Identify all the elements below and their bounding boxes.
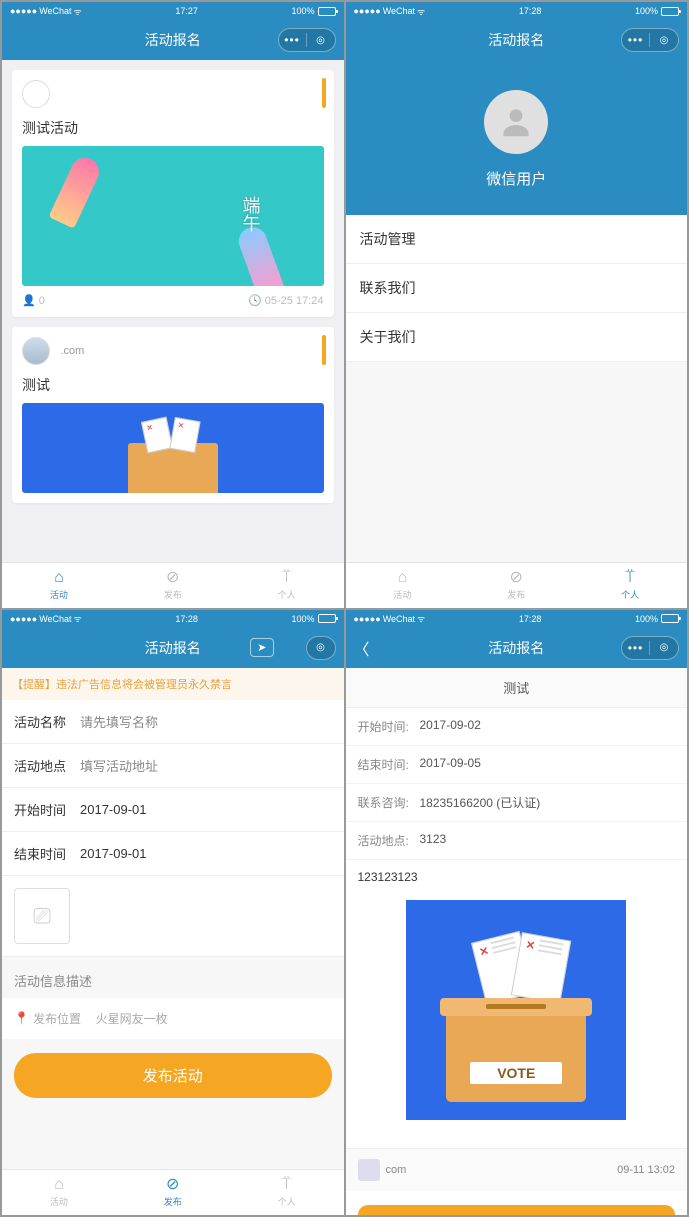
menu-contact-us[interactable]: 联系我们 <box>346 264 688 313</box>
detail-image: VOTE <box>346 894 688 1132</box>
avatar <box>358 1159 380 1181</box>
tab-publish[interactable]: ⊘发布 <box>116 563 230 608</box>
location-row[interactable]: 📍 发布位置 火星网友一枚 <box>2 998 344 1039</box>
status-bar: ●●●●● WeChatᯤ 17:28 100% <box>2 610 344 628</box>
tab-personal[interactable]: ⍡个人 <box>573 563 687 608</box>
tab-activity[interactable]: ⌂活动 <box>2 1170 116 1215</box>
activity-card[interactable]: .com 测试 <box>12 327 334 503</box>
name-input[interactable]: 请先填写名称 <box>80 712 332 731</box>
header: 活动报名 ➤ ◎ <box>2 628 344 668</box>
card-title: 测试 <box>22 375 324 395</box>
detail-body: 123123123 <box>346 860 688 894</box>
header: 活动报名 •••◎ <box>2 20 344 60</box>
people-count: 👤 0 <box>22 294 45 307</box>
card-title: 测试活动 <box>22 118 324 138</box>
home-icon: ⌂ <box>398 570 408 586</box>
highlight-stripe <box>322 335 326 365</box>
highlight-stripe <box>322 78 326 108</box>
publish-button[interactable]: 发布活动 <box>14 1053 332 1098</box>
home-icon: ⌂ <box>54 1177 64 1193</box>
close-icon: ◎ <box>307 642 335 653</box>
compass-icon: ⊘ <box>510 570 523 586</box>
cover-image <box>22 403 324 493</box>
capsule-button[interactable]: •••◎ <box>278 28 336 52</box>
address-input[interactable]: 填写活动地址 <box>80 756 332 775</box>
status-bar: ●●●●● WeChatᯤ 17:28 100% <box>346 2 688 20</box>
tab-publish[interactable]: ⊘发布 <box>459 563 573 608</box>
pin-icon: 📍 <box>14 1011 29 1025</box>
profile-header: 微信用户 <box>346 60 688 215</box>
avatar[interactable] <box>484 90 548 154</box>
warning-notice: 【提醒】违法广告信息将会被管理员永久禁言 <box>2 668 344 700</box>
field-end-time[interactable]: 结束时间 2017-09-01 <box>2 832 344 876</box>
activity-card[interactable]: 测试活动 端午 👤 0 🕓 05-25 17:24 <box>12 70 334 317</box>
person-icon: ⍡ <box>282 1177 292 1193</box>
timestamp: 🕓 05-25 17:24 <box>248 294 323 307</box>
field-start-time[interactable]: 开始时间 2017-09-01 <box>2 788 344 832</box>
info-address: 活动地点:3123 <box>346 822 688 860</box>
poster-row: com 09-11 13:02 <box>346 1148 688 1191</box>
action-button-peek[interactable] <box>358 1205 676 1215</box>
home-icon: ⌂ <box>54 570 64 586</box>
person-icon: ⍡ <box>625 570 635 586</box>
status-bar: ●●●●● WeChatᯤ 17:27 100% <box>2 2 344 20</box>
compass-icon: ⊘ <box>166 570 179 586</box>
field-address[interactable]: 活动地点 填写活动地址 <box>2 744 344 788</box>
camera-icon: ⎚ <box>33 903 51 929</box>
more-icon: ••• <box>622 33 650 47</box>
capsule-button[interactable]: •••◎ <box>621 28 679 52</box>
close-icon: ◎ <box>650 642 678 653</box>
header: 活动报名 •••◎ <box>346 20 688 60</box>
info-start: 开始时间:2017-09-02 <box>346 708 688 746</box>
cover-image: 端午 <box>22 146 324 286</box>
page-title: 活动报名 <box>488 638 544 658</box>
close-icon: ◎ <box>650 35 678 46</box>
tab-bar: ⌂活动 ⊘发布 ⍡个人 <box>2 562 344 608</box>
info-end: 结束时间:2017-09-05 <box>346 746 688 784</box>
more-icon: ••• <box>622 641 650 655</box>
description-label: 活动信息描述 <box>2 957 344 998</box>
tab-personal[interactable]: ⍡个人 <box>230 1170 344 1215</box>
page-title: 活动报名 <box>145 638 201 658</box>
tab-activity[interactable]: ⌂活动 <box>346 563 460 608</box>
page-title: 活动报名 <box>145 30 201 50</box>
detail-title: 测试 <box>346 668 688 708</box>
menu-activity-manage[interactable]: 活动管理 <box>346 215 688 264</box>
avatar <box>22 337 50 365</box>
capsule-button[interactable]: ◎ <box>306 636 336 660</box>
back-button[interactable]: 〈 <box>354 636 370 660</box>
username: 微信用户 <box>346 168 688 189</box>
tab-publish[interactable]: ⊘发布 <box>116 1170 230 1215</box>
header: 〈 活动报名 •••◎ <box>346 628 688 668</box>
more-icon: ••• <box>279 33 307 47</box>
send-icon[interactable]: ➤ <box>250 638 273 657</box>
page-title: 活动报名 <box>488 30 544 50</box>
poster-time: 09-11 13:02 <box>617 1164 675 1176</box>
status-bar: ●●●●● WeChatᯤ 17:28 100% <box>346 610 688 628</box>
tab-activity[interactable]: ⌂活动 <box>2 563 116 608</box>
menu-about-us[interactable]: 关于我们 <box>346 313 688 362</box>
tab-bar: ⌂活动 ⊘发布 ⍡个人 <box>2 1169 344 1215</box>
image-upload[interactable]: ⎚ <box>2 876 344 957</box>
compass-icon: ⊘ <box>166 1177 179 1193</box>
close-icon: ◎ <box>307 35 335 46</box>
poster-name: com <box>386 1164 407 1176</box>
tab-bar: ⌂活动 ⊘发布 ⍡个人 <box>346 562 688 608</box>
info-contact: 联系咨询:18235166200 (已认证) <box>346 784 688 822</box>
field-name[interactable]: 活动名称 请先填写名称 <box>2 700 344 744</box>
person-icon: ⍡ <box>282 570 292 586</box>
capsule-button[interactable]: •••◎ <box>621 636 679 660</box>
username: .com <box>60 345 84 357</box>
tab-personal[interactable]: ⍡个人 <box>230 563 344 608</box>
person-icon <box>497 103 535 141</box>
avatar <box>22 80 50 108</box>
